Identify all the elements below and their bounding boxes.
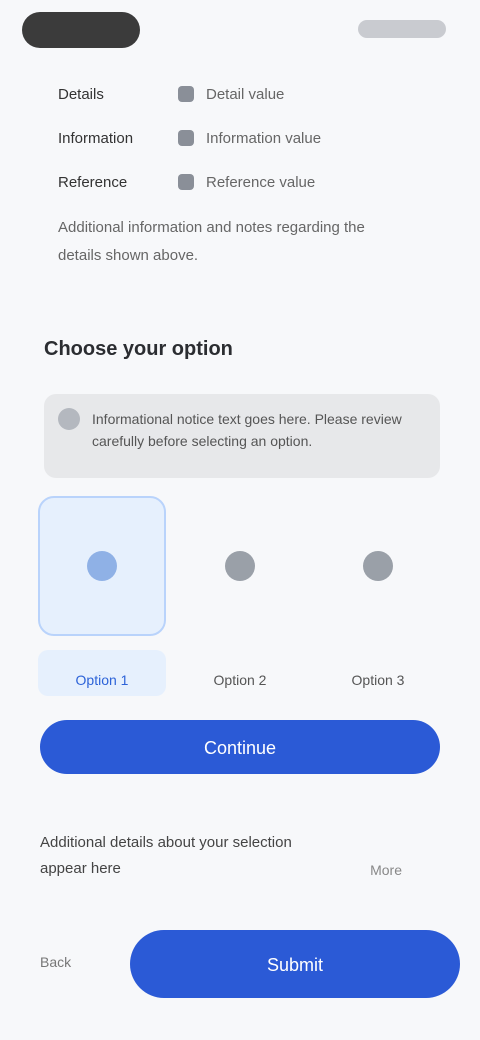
notice-text: Informational notice text goes here. Ple… [92, 411, 402, 449]
option-2[interactable] [176, 496, 304, 636]
back-link[interactable]: Back [40, 954, 71, 970]
option-icon [225, 551, 255, 581]
section-title: Choose your option [44, 338, 233, 360]
option-3[interactable] [314, 496, 442, 636]
option-1-label: Option 1 [75, 672, 129, 688]
info-icon [178, 86, 194, 102]
option-3-label: Option 3 [351, 672, 405, 688]
info-value: Detail value [206, 85, 285, 103]
bottom-text: Additional details about your selection … [40, 834, 292, 877]
info-icon [58, 408, 80, 430]
info-note: Additional information and notes regardi… [58, 219, 365, 264]
status-pill [22, 12, 140, 48]
info-icon [178, 174, 194, 190]
info-block: Details Detail value Information Informa… [58, 72, 418, 270]
info-label: Details [58, 85, 104, 103]
more-link[interactable]: More [370, 862, 402, 878]
submit-button[interactable]: Submit [130, 930, 460, 998]
option-icon [363, 551, 393, 581]
info-row: Information Information value [58, 116, 418, 160]
info-value: Information value [206, 129, 322, 147]
status-right [358, 20, 446, 38]
options-group: Option 1 Option 2 Option 3 [38, 496, 442, 696]
info-icon [178, 130, 194, 146]
option-2-label: Option 2 [213, 672, 267, 688]
option-icon [87, 551, 117, 581]
info-value: Reference value [206, 173, 316, 191]
info-label: Information [58, 129, 134, 147]
notice-box: Informational notice text goes here. Ple… [44, 394, 440, 478]
continue-button[interactable]: Continue [40, 720, 440, 774]
info-row: Details Detail value [58, 72, 418, 116]
info-label: Reference [58, 173, 128, 191]
info-row: Reference Reference value [58, 160, 418, 204]
option-1[interactable] [38, 496, 166, 636]
